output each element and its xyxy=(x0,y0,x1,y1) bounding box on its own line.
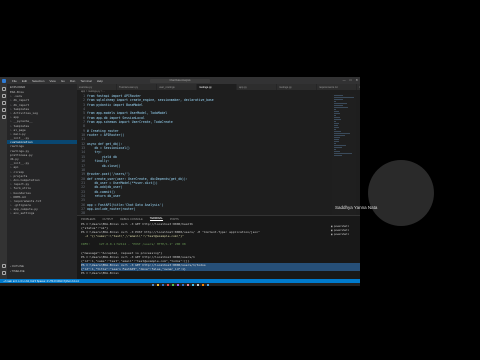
panel-tab-problems[interactable]: PROBLEMS xyxy=(81,218,95,221)
taskbar-app-icon[interactable] xyxy=(201,283,204,286)
explorer-icon[interactable] xyxy=(1,87,6,91)
minimap-line xyxy=(334,105,344,106)
minimap-line xyxy=(334,133,351,134)
terminal-output[interactable]: PS C:\Users\EDA-Bros> curl -X GET http:/… xyxy=(77,222,360,275)
minimap-line xyxy=(334,111,340,112)
file-tree: EDA-Bros › .venv › db_report › db_report › … xyxy=(7,90,77,216)
explorer-sidebar: EXPLORER EDA-Bros › .venv › db_report › db_… xyxy=(7,84,77,279)
taskbar-app-icon[interactable] xyxy=(151,283,154,286)
extensions-icon[interactable] xyxy=(1,115,6,119)
terminal-instance[interactable]: ▣ powershell xyxy=(331,233,357,237)
account-icon[interactable] xyxy=(1,264,6,268)
menu-item-edit[interactable]: Edit xyxy=(22,79,27,83)
minimap-line xyxy=(334,129,336,130)
taskbar-app-icon[interactable] xyxy=(206,283,209,286)
search-icon[interactable] xyxy=(1,94,6,98)
minimize-button[interactable]: — xyxy=(343,78,346,82)
windows-taskbar xyxy=(0,283,360,286)
close-button[interactable]: ✕ xyxy=(355,78,358,82)
minimap-line xyxy=(334,143,336,144)
meeting-screen: File Edit Selection View Go Run Terminal Help C… xyxy=(0,0,480,360)
minimap-line xyxy=(334,149,336,150)
taskbar-app-icon[interactable] xyxy=(196,283,199,286)
minimap-line xyxy=(334,155,343,156)
title-bar: File Edit Selection View Go Run Terminal Help C… xyxy=(0,77,360,84)
minimap-line xyxy=(334,103,347,104)
maximize-button[interactable]: □ xyxy=(350,78,352,82)
menu-item-view[interactable]: View xyxy=(49,79,55,83)
minimap-line xyxy=(334,115,336,116)
taskbar-app-icon[interactable] xyxy=(156,283,159,286)
participant-tile: Saddhya Yanna Nata xyxy=(331,199,480,219)
taskbar-app-icon[interactable] xyxy=(171,283,174,286)
run-debug-icon[interactable] xyxy=(1,108,6,112)
participant-name: Saddhya Yanna Nata xyxy=(335,205,378,210)
minimap-line xyxy=(334,135,346,136)
command-center[interactable]: Chat Data Analysis xyxy=(150,78,210,83)
activity-bar xyxy=(0,84,7,279)
menu-item-run[interactable]: Run xyxy=(70,79,76,83)
minimap-line xyxy=(334,125,338,126)
minimap-line xyxy=(334,101,336,102)
minimap-line xyxy=(334,127,340,128)
vscode-logo-icon xyxy=(2,78,6,83)
bottom-panel: PROBLEMS OUTPUT DEBUG CONSOLE TERMINAL PORTS… xyxy=(77,215,360,279)
terminal-line: PS C:\Users\EDA-Bros> xyxy=(81,271,121,276)
minimap-line xyxy=(334,131,341,132)
taskbar-app-icon[interactable] xyxy=(166,283,169,286)
panel-tab-debug-console[interactable]: DEBUG CONSOLE xyxy=(120,218,143,221)
minimap-line xyxy=(334,107,348,108)
window-controls: — □ ✕ xyxy=(343,78,358,82)
menu-item-go[interactable]: Go xyxy=(61,79,65,83)
menu-item-selection[interactable]: Selection xyxy=(32,79,44,83)
menu-item-help[interactable]: Help xyxy=(97,79,103,83)
source-control-icon[interactable] xyxy=(1,101,6,105)
minimap-line xyxy=(334,95,343,96)
minimap-line xyxy=(334,97,354,98)
taskbar-app-icon[interactable] xyxy=(186,283,189,286)
panel-tab-ports[interactable]: PORTS xyxy=(170,218,179,221)
taskbar-app-icon[interactable] xyxy=(181,283,184,286)
minimap-line xyxy=(334,147,342,148)
menu-item-terminal[interactable]: Terminal xyxy=(80,79,91,83)
taskbar-app-icon[interactable] xyxy=(176,283,179,286)
menu-item-file[interactable]: File xyxy=(12,79,17,83)
sidebar-section-timeline[interactable]: › TIMELINE xyxy=(7,269,77,274)
panel-tab-terminal[interactable]: TERMINAL xyxy=(149,217,163,221)
minimap-line xyxy=(334,109,336,110)
panel-tab-output[interactable]: OUTPUT xyxy=(102,218,113,221)
minimap-line xyxy=(334,119,341,120)
minimap-line xyxy=(334,123,339,124)
minimap-line xyxy=(334,141,340,142)
shared-screen-vscode: File Edit Selection View Go Run Terminal Help C… xyxy=(0,77,360,286)
code-editor[interactable]: 1 from fastapi import APIRouter 2 from sqla… xyxy=(77,94,332,215)
minimap-line xyxy=(334,153,353,154)
file-tree-item[interactable]: › env_settings xyxy=(7,211,77,215)
minimap-line xyxy=(334,113,340,114)
menu-bar: File Edit Selection View Go Run Terminal Help xyxy=(12,79,103,83)
editor-scrollbar[interactable] xyxy=(356,94,360,215)
minimap-line xyxy=(334,137,340,138)
minimap-line xyxy=(334,145,347,146)
terminal-list: ▣ powershell ▣ powershell ▣ powershell xyxy=(331,225,357,237)
outline-sections: › OUTLINE › TIMELINE xyxy=(7,264,77,273)
taskbar-app-icon[interactable] xyxy=(161,283,164,286)
minimap-line xyxy=(334,117,340,118)
minimap[interactable] xyxy=(332,94,356,215)
taskbar-app-icon[interactable] xyxy=(191,283,194,286)
minimap-line xyxy=(334,121,337,122)
settings-gear-icon[interactable] xyxy=(1,271,6,275)
minimap-line xyxy=(334,139,339,140)
minimap-line xyxy=(334,151,340,152)
minimap-line xyxy=(334,99,343,100)
